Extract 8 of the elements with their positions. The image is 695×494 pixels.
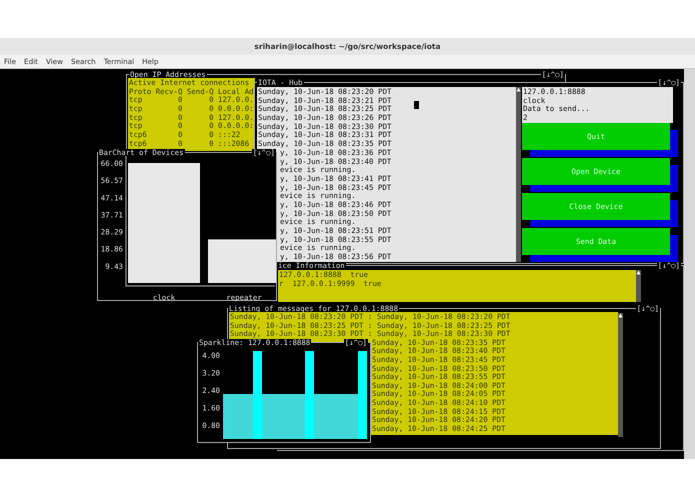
text-cursor	[414, 101, 419, 109]
scroll-up-icon[interactable]	[636, 270, 641, 275]
scroll-up-icon[interactable]	[618, 313, 623, 318]
scroll-up-icon[interactable]	[516, 87, 521, 92]
scrollbar[interactable]	[516, 87, 521, 262]
scrollbar[interactable]	[636, 270, 641, 302]
terminal-scrollbar[interactable]	[684, 69, 695, 459]
scrollbar[interactable]	[618, 313, 623, 437]
